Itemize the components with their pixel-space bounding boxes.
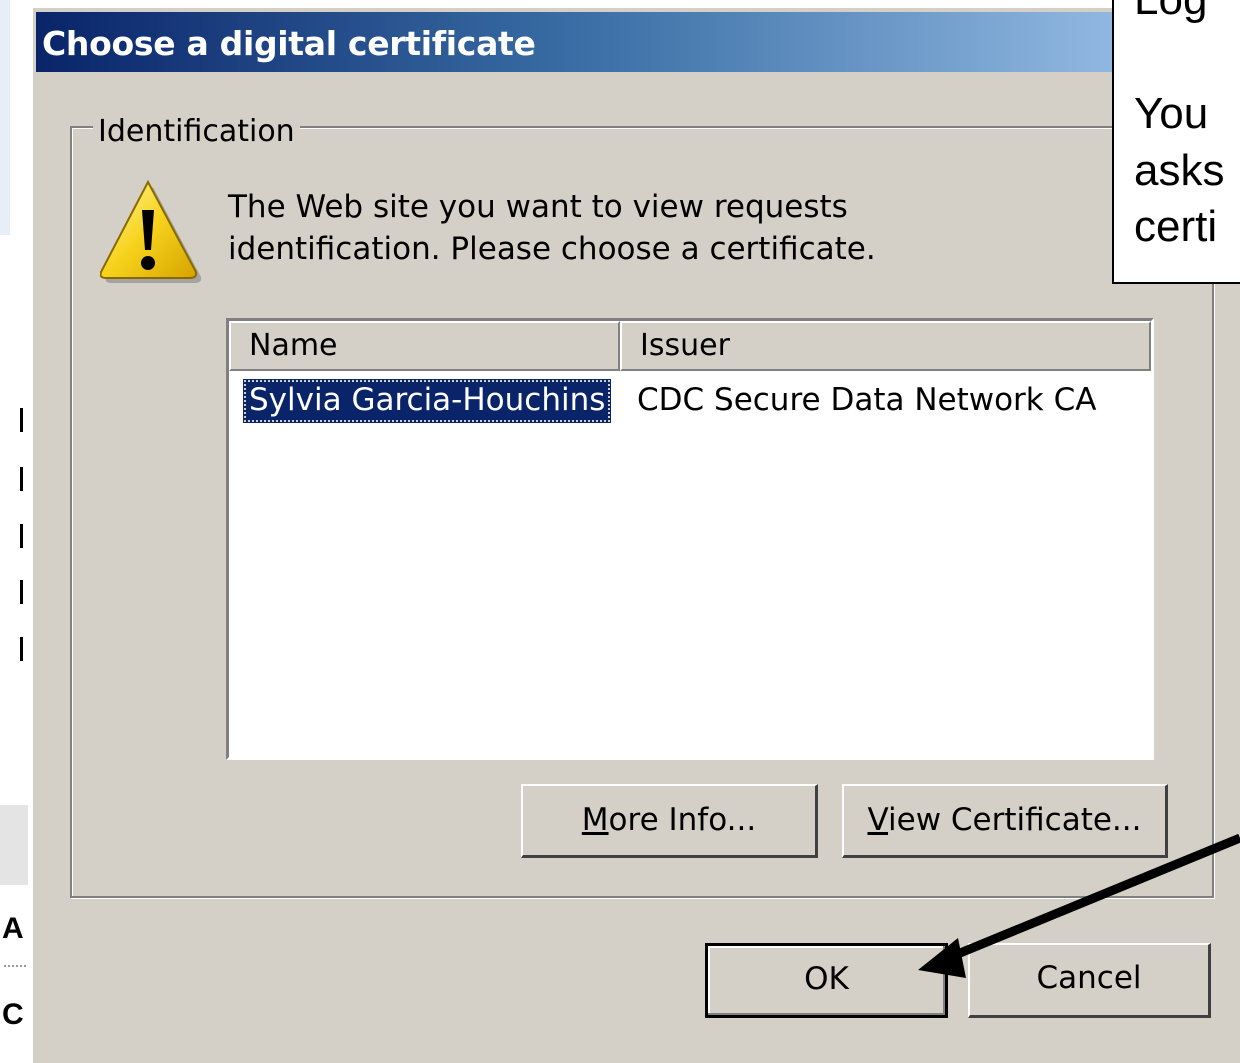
callout-line: certi [1134,202,1218,251]
background-marker [20,524,23,548]
callout-line: You [1134,89,1209,138]
background-panel [0,805,28,885]
list-header: Name Issuer [229,321,1151,373]
identification-group-label: Identification [93,114,300,149]
background-marker [20,637,23,661]
background-letter: C [2,998,24,1031]
callout-line: Log [1134,0,1207,22]
dialog-title: Choose a digital certificate [42,24,536,63]
warning-triangle-icon [100,180,202,283]
background-marker [20,580,23,604]
mnemonic: M [581,802,609,838]
column-header-issuer[interactable]: Issuer [620,321,1151,371]
button-label: ore Info... [608,802,757,838]
dialog-titlebar[interactable]: Choose a digital certificate [36,12,1240,72]
certificate-issuer-cell[interactable]: CDC Secure Data Network CA [637,379,1096,421]
message-line: The Web site you want to view requests [228,189,848,225]
table-row[interactable]: Sylvia Garcia-Houchins CDC Secure Data N… [229,377,1151,423]
more-info-button[interactable]: More Info... [521,784,818,858]
button-label: iew Certificate... [888,802,1142,838]
view-certificate-button[interactable]: View Certificate... [842,784,1168,858]
ok-button[interactable]: OK [705,943,948,1018]
cancel-button[interactable]: Cancel [968,943,1211,1018]
callout-line: asks [1134,146,1225,195]
background-letter: A [2,912,24,945]
column-header-name[interactable]: Name [229,321,620,371]
certificate-name-cell[interactable]: Sylvia Garcia-Houchins [243,379,612,423]
instruction-callout: Log You asks certi [1112,0,1240,284]
background-marker [20,467,23,491]
background-divider [4,965,26,967]
background-marker [20,408,23,432]
background-page-strip [0,0,10,235]
identification-message: The Web site you want to view requests i… [228,186,876,270]
certificate-list[interactable]: Name Issuer Sylvia Garcia-Houchins CDC S… [226,318,1154,760]
message-line: identification. Please choose a certific… [228,231,876,267]
mnemonic: V [867,802,889,838]
